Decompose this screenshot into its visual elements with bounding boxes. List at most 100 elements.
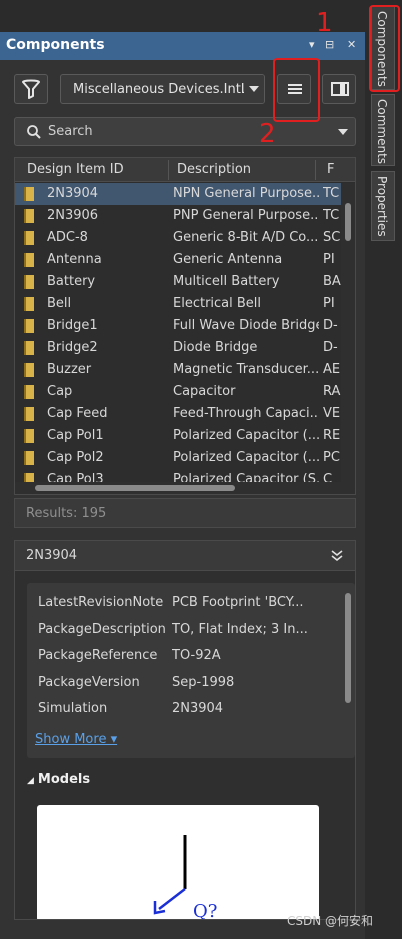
show-more-link[interactable]: Show More ▾ bbox=[35, 732, 117, 747]
details-component-name: 2N3904 bbox=[26, 548, 78, 563]
property-key: PackageDescription bbox=[38, 621, 166, 637]
grid-vertical-scrollbar[interactable] bbox=[341, 183, 355, 483]
table-row[interactable]: Antenna Generic Antenna PI bbox=[15, 249, 341, 271]
search-icon bbox=[27, 125, 41, 139]
models-label: Models bbox=[37, 772, 91, 787]
grid-cell-footprint: RA bbox=[323, 384, 341, 399]
grid-cell-description: Diode Bridge bbox=[173, 340, 258, 355]
table-row[interactable]: Bridge1 Full Wave Diode Bridge D- bbox=[15, 315, 341, 337]
transistor-symbol: Q? bbox=[153, 835, 217, 920]
table-row[interactable]: Cap Pol2 Polarized Capacitor (... PC bbox=[15, 447, 341, 469]
grid-cell-description: Multicell Battery bbox=[173, 274, 280, 289]
grid-cell-description: PNP General Purpose... bbox=[173, 208, 319, 223]
grid-cell-footprint: SC bbox=[323, 230, 341, 245]
grid-cell-description: Polarized Capacitor (... bbox=[173, 428, 319, 443]
grid-horizontal-scrollbar[interactable] bbox=[15, 482, 355, 494]
component-icon bbox=[24, 275, 34, 289]
property-key: PackageReference bbox=[38, 648, 158, 663]
details-header[interactable]: 2N3904 bbox=[15, 541, 355, 571]
grid-cell-footprint: D- bbox=[323, 318, 338, 333]
grid-cell-id: Buzzer bbox=[47, 362, 92, 377]
table-row[interactable]: Bell Electrical Bell PI bbox=[15, 293, 341, 315]
grid-cell-description: Feed-Through Capaci... bbox=[173, 406, 319, 421]
results-count: Results: 195 bbox=[14, 498, 356, 528]
table-row[interactable]: ADC-8 Generic 8-Bit A/D Co... SC bbox=[15, 227, 341, 249]
annotation-number-2: 2 bbox=[259, 119, 276, 149]
grid-cell-footprint: PC bbox=[323, 450, 340, 465]
column-header-footprint[interactable]: F bbox=[327, 162, 334, 177]
property-key: PackageVersion bbox=[38, 674, 140, 690]
side-tab-strip: Components Comments Properties bbox=[367, 0, 402, 939]
tab-comments[interactable]: Comments bbox=[371, 94, 395, 166]
tab-properties[interactable]: Properties bbox=[371, 171, 395, 241]
grid-cell-footprint: VE bbox=[323, 406, 341, 421]
table-row[interactable]: Cap Feed Feed-Through Capaci... VE bbox=[15, 403, 341, 425]
models-section-header[interactable]: ◢ Models bbox=[27, 772, 90, 787]
grid-rows: 2N3904 NPN General Purpose... TC 2N3906 PNP … bbox=[15, 183, 341, 483]
table-row[interactable]: 2N3906 PNP General Purpose... TC bbox=[15, 205, 341, 227]
property-row: PackageDescription TO, Flat Index; 3 In..… bbox=[27, 618, 337, 644]
property-value: TO-92A bbox=[172, 648, 221, 663]
grid-header: Design Item ID Description F bbox=[15, 158, 355, 182]
library-select-value: Miscellaneous Devices.IntLib bbox=[73, 82, 260, 97]
component-icon bbox=[24, 209, 34, 223]
component-icon bbox=[24, 451, 34, 465]
search-placeholder: Search bbox=[48, 124, 93, 139]
table-row[interactable]: Battery Multicell Battery BA bbox=[15, 271, 341, 293]
component-icon bbox=[24, 231, 34, 245]
grid-cell-footprint: PI bbox=[323, 252, 335, 267]
grid-cell-footprint: RE bbox=[323, 428, 341, 443]
grid-cell-footprint: AE bbox=[323, 362, 341, 377]
table-row[interactable]: Cap Pol1 Polarized Capacitor (... RE bbox=[15, 425, 341, 447]
model-preview: Q? bbox=[37, 805, 319, 920]
toggle-preview-button[interactable] bbox=[322, 74, 356, 104]
library-select[interactable]: Miscellaneous Devices.IntLib bbox=[60, 74, 265, 104]
collapse-chevron-icon[interactable] bbox=[331, 549, 343, 563]
panel-menu-icon[interactable]: ▾ bbox=[309, 38, 315, 51]
property-value: Sep-1998 bbox=[172, 674, 235, 690]
grid-cell-description: Generic 8-Bit A/D Co... bbox=[173, 230, 319, 245]
search-options-chevron-icon[interactable] bbox=[338, 129, 348, 135]
component-icon bbox=[24, 363, 34, 377]
annotation-box-2 bbox=[273, 58, 320, 122]
grid-cell-footprint: TC bbox=[323, 186, 340, 201]
table-row[interactable]: Buzzer Magnetic Transducer... AE bbox=[15, 359, 341, 381]
grid-cell-id: Battery bbox=[47, 274, 96, 289]
table-row[interactable]: Cap Pol3 Polarized Capacitor (S... C bbox=[15, 469, 341, 483]
results-count-label: Results: 195 bbox=[26, 506, 107, 521]
grid-cell-description: Magnetic Transducer... bbox=[173, 362, 319, 377]
table-row[interactable]: Cap Capacitor RA bbox=[15, 381, 341, 403]
designator-label: Q? bbox=[193, 901, 217, 920]
grid-cell-id: Bridge2 bbox=[47, 340, 98, 355]
grid-cell-id: Bridge1 bbox=[47, 318, 98, 333]
grid-cell-id: Cap Pol2 bbox=[47, 450, 104, 465]
component-icon bbox=[24, 429, 34, 443]
grid-cell-description: Electrical Bell bbox=[173, 296, 262, 311]
grid-cell-id: ADC-8 bbox=[47, 230, 88, 245]
component-icon bbox=[24, 187, 34, 201]
grid-cell-description: Polarized Capacitor (... bbox=[173, 450, 319, 465]
panel-pin-icon[interactable]: ⊟ bbox=[325, 38, 334, 51]
properties-scrollbar[interactable] bbox=[345, 593, 351, 703]
grid-cell-footprint: BA bbox=[323, 274, 341, 289]
component-icon bbox=[24, 407, 34, 421]
component-icon bbox=[24, 253, 34, 267]
details-panel: 2N3904 LatestRevisionNote PCB Footprint '… bbox=[14, 540, 356, 920]
grid-cell-id: Cap Feed bbox=[47, 406, 108, 421]
table-row[interactable]: Bridge2 Diode Bridge D- bbox=[15, 337, 341, 359]
grid-cell-description: NPN General Purpose... bbox=[173, 186, 319, 201]
grid-cell-id: Cap bbox=[47, 384, 73, 399]
table-row[interactable]: 2N3904 NPN General Purpose... TC bbox=[15, 183, 341, 205]
grid-cell-id: Bell bbox=[47, 296, 72, 311]
property-key: LatestRevisionNote bbox=[38, 595, 164, 610]
panel-title: Components bbox=[6, 37, 105, 53]
filter-button[interactable] bbox=[14, 74, 48, 104]
grid-cell-footprint: D- bbox=[323, 340, 338, 355]
panel-close-icon[interactable]: ✕ bbox=[347, 38, 356, 51]
column-header-design-item-id[interactable]: Design Item ID bbox=[27, 162, 124, 177]
expand-triangle-icon: ◢ bbox=[27, 776, 34, 786]
property-row: Simulation 2N3904 bbox=[27, 697, 337, 723]
components-grid: Design Item ID Description F 2N3904 NPN G… bbox=[14, 157, 356, 495]
column-header-description[interactable]: Description bbox=[177, 162, 251, 177]
grid-cell-description: Full Wave Diode Bridge bbox=[173, 318, 319, 333]
